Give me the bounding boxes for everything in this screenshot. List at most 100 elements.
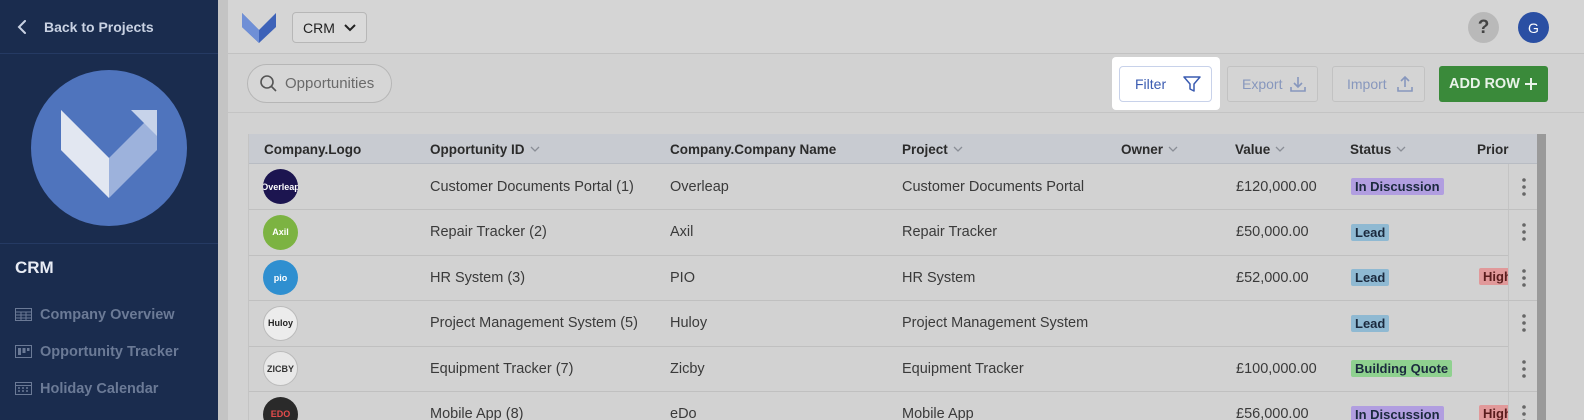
status-badge: In Discussion [1351,405,1444,420]
sidebar-gutter [218,0,228,420]
column-header-logo[interactable]: Company.Logo [264,134,361,164]
status-cell[interactable]: Lead [1351,210,1390,255]
chevron-down-icon [1396,146,1406,152]
status-badge: In Discussion [1351,178,1444,195]
filter-highlight: Filter [1112,57,1220,110]
company-name-cell[interactable]: Overleap [670,164,729,209]
project-name: CRM [15,258,54,277]
opportunities-table: Company.Logo Opportunity ID Company.Comp… [248,134,1546,420]
column-header-label: Prior [1477,141,1509,157]
column-header-status[interactable]: Status [1350,134,1406,164]
download-icon [1290,77,1306,92]
value-cell[interactable]: £50,000.00 [1236,210,1309,255]
company-name-cell[interactable]: PIO [670,255,695,300]
company-logo: Overleap [263,169,298,204]
value-cell[interactable]: £100,000.00 [1236,346,1317,391]
project-cell[interactable]: Repair Tracker [902,210,997,255]
import-button[interactable]: Import [1332,66,1425,102]
status-cell[interactable]: Lead [1351,255,1390,300]
search-input[interactable] [285,75,385,92]
opportunity-id-cell[interactable]: Project Management System (5) [430,301,638,346]
company-logo: pio [263,260,298,295]
table-header: Company.Logo Opportunity ID Company.Comp… [249,134,1546,164]
project-cell[interactable]: Project Management System [902,301,1088,346]
company-logo: Axil [263,214,298,250]
row-menu-button[interactable] [1508,300,1539,346]
more-vertical-icon [1522,177,1526,196]
column-header-priority[interactable]: Prior [1477,134,1509,164]
chevron-down-icon [344,23,356,31]
status-cell[interactable]: In Discussion [1351,392,1444,420]
status-cell[interactable]: Building Quote [1351,346,1453,391]
column-header-project[interactable]: Project [902,134,963,164]
project-cell[interactable]: HR System [902,255,975,300]
opportunity-id-cell[interactable]: Repair Tracker (2) [430,210,547,255]
search-box[interactable] [247,64,392,103]
help-button[interactable]: ? [1468,12,1499,43]
chevron-down-icon [1275,146,1285,152]
column-header-label: Company.Company Name [670,141,837,157]
column-header-value[interactable]: Value [1235,134,1285,164]
table-row[interactable]: ZICBY Equipment Tracker (7) Zicby Equipment… [249,346,1546,392]
user-avatar[interactable]: G [1518,12,1549,43]
column-header-label: Project [902,141,948,157]
sidebar-item-opportunity-tracker[interactable]: Opportunity Tracker [0,333,218,370]
sidebar-item-label: Company Overview [40,306,175,323]
company-name-cell[interactable]: eDo [670,392,697,420]
chevron-down-icon [953,146,963,152]
row-menu-button[interactable] [1508,164,1539,209]
column-header-company-name[interactable]: Company.Company Name [670,134,836,164]
opportunity-id-cell[interactable]: Customer Documents Portal (1) [430,164,634,209]
back-to-projects-link[interactable]: Back to Projects [0,0,218,54]
status-cell[interactable]: In Discussion [1351,164,1444,209]
column-header-label: Owner [1121,141,1164,157]
export-label: Export [1242,76,1283,92]
sidebar-item-holiday-calendar[interactable]: Holiday Calendar [0,370,218,407]
row-menu-button[interactable] [1508,391,1539,420]
opportunity-id-cell[interactable]: Equipment Tracker (7) [430,346,573,391]
company-logo: ZICBY [263,351,298,386]
company-name-cell[interactable]: Zicby [670,346,705,391]
more-vertical-icon [1522,314,1526,332]
value-cell[interactable]: £52,000.00 [1236,255,1309,300]
opportunity-id-cell[interactable]: HR System (3) [430,255,525,300]
chevron-down-icon [1168,146,1178,152]
company-name-cell[interactable]: Huloy [670,301,707,346]
table-row[interactable]: Overleap Customer Documents Portal (1) Ove… [249,164,1546,210]
sidebar-item-company-overview[interactable]: Company Overview [0,296,218,333]
row-menu-button[interactable] [1508,346,1539,391]
filter-button[interactable]: Filter [1119,66,1212,102]
toolbar: Filter Export Import ADD ROW [228,55,1584,113]
company-name-cell[interactable]: Axil [670,210,693,255]
value-cell[interactable]: £120,000.00 [1236,164,1317,209]
value-cell[interactable]: £56,000.00 [1236,392,1309,420]
right-padding [1546,113,1584,420]
vertical-scrollbar[interactable] [1537,134,1546,420]
opportunity-id-cell[interactable]: Mobile App (8) [430,392,524,420]
add-row-button[interactable]: ADD ROW [1439,66,1548,102]
row-menu-button[interactable] [1508,255,1539,300]
project-cell[interactable]: Mobile App [902,392,974,420]
project-cell[interactable]: Customer Documents Portal [902,164,1084,209]
export-button[interactable]: Export [1227,66,1318,102]
status-cell[interactable]: Lead [1351,301,1390,346]
column-header-label: Company.Logo [264,141,362,157]
row-menu-button[interactable] [1508,209,1539,255]
column-header-owner[interactable]: Owner [1121,134,1178,164]
sidebar-item-label: Holiday Calendar [40,380,159,397]
table-row[interactable]: EDO Mobile App (8) eDo Mobile App £56,000.00… [249,391,1546,420]
table-row[interactable]: Axil Repair Tracker (2) Axil Repair Tracker… [249,209,1546,256]
project-cell[interactable]: Equipment Tracker [902,346,1024,391]
add-row-label: ADD ROW [1449,76,1520,92]
more-vertical-icon [1522,405,1526,420]
status-badge: Building Quote [1351,360,1453,377]
project-select[interactable]: CRM [292,12,367,43]
column-header-opportunity-id[interactable]: Opportunity ID [430,134,540,164]
table-row[interactable]: Huloy Project Management System (5) Huloy P… [249,300,1546,347]
kanban-icon [15,345,32,358]
filter-label: Filter [1135,76,1167,92]
table-icon [15,308,32,321]
chevron-left-icon [17,19,26,34]
app-logo-icon[interactable] [241,10,277,44]
table-row[interactable]: pio HR System (3) PIO HR System £52,000.00 Le… [249,255,1546,301]
